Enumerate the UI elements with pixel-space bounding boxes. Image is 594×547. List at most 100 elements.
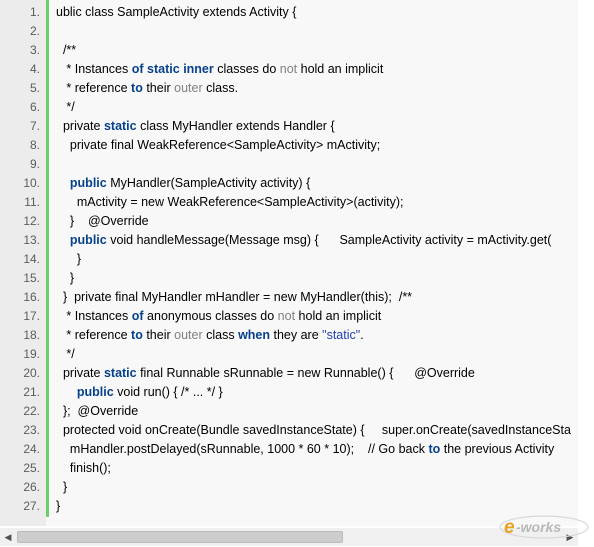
line-number: 11. — [24, 195, 40, 209]
line-number: 22. — [23, 404, 40, 418]
code-line: 5. * reference to their outer class. — [0, 79, 578, 98]
code-line: 27.} — [0, 497, 578, 516]
line-number: 13. — [23, 233, 40, 247]
code-text: public MyHandler(SampleActivity activity… — [56, 174, 578, 193]
code-token: protected void onCreate(Bundle savedInst… — [62, 423, 571, 437]
code-text: private final WeakReference<SampleActivi… — [56, 136, 578, 155]
code-keyword: to — [428, 442, 441, 456]
code-line: 16. } private final MyHandler mHandler =… — [0, 288, 578, 307]
code-line: 19. */ — [0, 345, 578, 364]
code-text: }; @Override — [56, 402, 578, 421]
scrollbar-thumb[interactable] — [17, 531, 343, 543]
line-number: 18. — [23, 328, 40, 342]
horizontal-scrollbar[interactable]: ◀ ▶ — [0, 528, 578, 546]
code-keyword: to — [131, 81, 143, 95]
code-text: } private final MyHandler mHandler = new… — [56, 288, 578, 307]
code-line: 20. private static final Runnable sRunna… — [0, 364, 578, 383]
code-text: */ — [56, 345, 578, 364]
code-keyword: static — [147, 62, 180, 76]
code-line: 24. mHandler.postDelayed(sRunnable, 1000… — [0, 440, 578, 459]
line-number: 19. — [23, 347, 40, 361]
code-token: not — [279, 62, 298, 76]
code-line: 26. } — [0, 478, 578, 497]
code-text: * reference to their outer class. — [56, 79, 578, 98]
code-token: /** — [62, 43, 77, 57]
line-number: 15. — [23, 271, 40, 285]
code-line: 4. * Instances of static inner classes d… — [0, 60, 578, 79]
code-text: mHandler.postDelayed(sRunnable, 1000 * 6… — [56, 440, 578, 459]
code-line: 9. — [0, 155, 578, 174]
code-line: 1. ublic class SampleActivity extends Act… — [0, 3, 578, 22]
code-token: * reference — [66, 328, 132, 342]
code-token: classes do — [213, 62, 280, 76]
code-token: } — [69, 271, 75, 285]
code-token: not — [277, 309, 296, 323]
code-token: . — [360, 328, 364, 342]
code-token: MyHandler(SampleActivity activity) { — [106, 176, 311, 190]
code-line: 13. public void handleMessage(Message ms… — [0, 231, 578, 250]
code-text: ublic class SampleActivity extends Activ… — [56, 3, 578, 22]
code-line: 8. private final WeakReference<SampleAct… — [0, 136, 578, 155]
code-token: class. — [202, 81, 239, 95]
code-token: outer — [174, 328, 203, 342]
line-number: 10. — [23, 176, 40, 190]
code-token: class MyHandler extends Handler { — [136, 119, 335, 133]
line-number: 25. — [23, 461, 40, 475]
page-right-margin — [578, 0, 594, 547]
code-token: } — [76, 252, 82, 266]
code-text: public void run() { /* ... */ } — [56, 383, 578, 402]
line-number: 9. — [29, 157, 40, 171]
code-text: } — [56, 269, 578, 288]
code-token: private — [62, 119, 104, 133]
code-token: void handleMessage(Message msg) { Sample… — [106, 233, 552, 247]
code-text: protected void onCreate(Bundle savedInst… — [56, 421, 578, 440]
code-line: 6. */ — [0, 98, 578, 117]
code-keyword: when — [238, 328, 271, 342]
code-text: } @Override — [56, 212, 578, 231]
code-text: } — [56, 478, 578, 497]
line-number: 3. — [29, 43, 40, 57]
code-keyword: to — [131, 328, 143, 342]
code-string: "static" — [322, 328, 361, 342]
code-token: } @Override — [69, 214, 149, 228]
code-text: */ — [56, 98, 578, 117]
code-text: mActivity = new WeakReference<SampleActi… — [56, 193, 578, 212]
code-token: } private final MyHandler mHandler = new… — [62, 290, 413, 304]
code-text: } — [56, 250, 578, 269]
code-line: 14. } — [0, 250, 578, 269]
code-token: */ — [66, 100, 75, 114]
code-keyword: public — [69, 233, 107, 247]
code-token: mHandler.postDelayed(sRunnable, 1000 * 6… — [69, 442, 429, 456]
line-number: 5. — [29, 81, 40, 95]
line-number: 23. — [23, 423, 40, 437]
line-number: 21. — [23, 385, 40, 399]
code-line: 22. }; @Override — [0, 402, 578, 421]
scroll-left-icon[interactable]: ◀ — [0, 528, 16, 546]
code-text: finish(); — [56, 459, 578, 478]
code-keyword: public — [69, 176, 107, 190]
code-keyword: public — [76, 385, 114, 399]
code-keyword: inner — [183, 62, 214, 76]
code-token: ublic class SampleActivity extends Activ… — [56, 5, 297, 19]
line-number: 27. — [23, 499, 40, 513]
code-token: * Instances — [66, 309, 132, 323]
line-number: 2. — [29, 24, 40, 38]
code-keyword: static — [103, 366, 137, 380]
code-line: 21. public void run() { /* ... */ } — [0, 383, 578, 402]
code-text: private static class MyHandler extends H… — [56, 117, 578, 136]
code-token: their — [142, 328, 175, 342]
